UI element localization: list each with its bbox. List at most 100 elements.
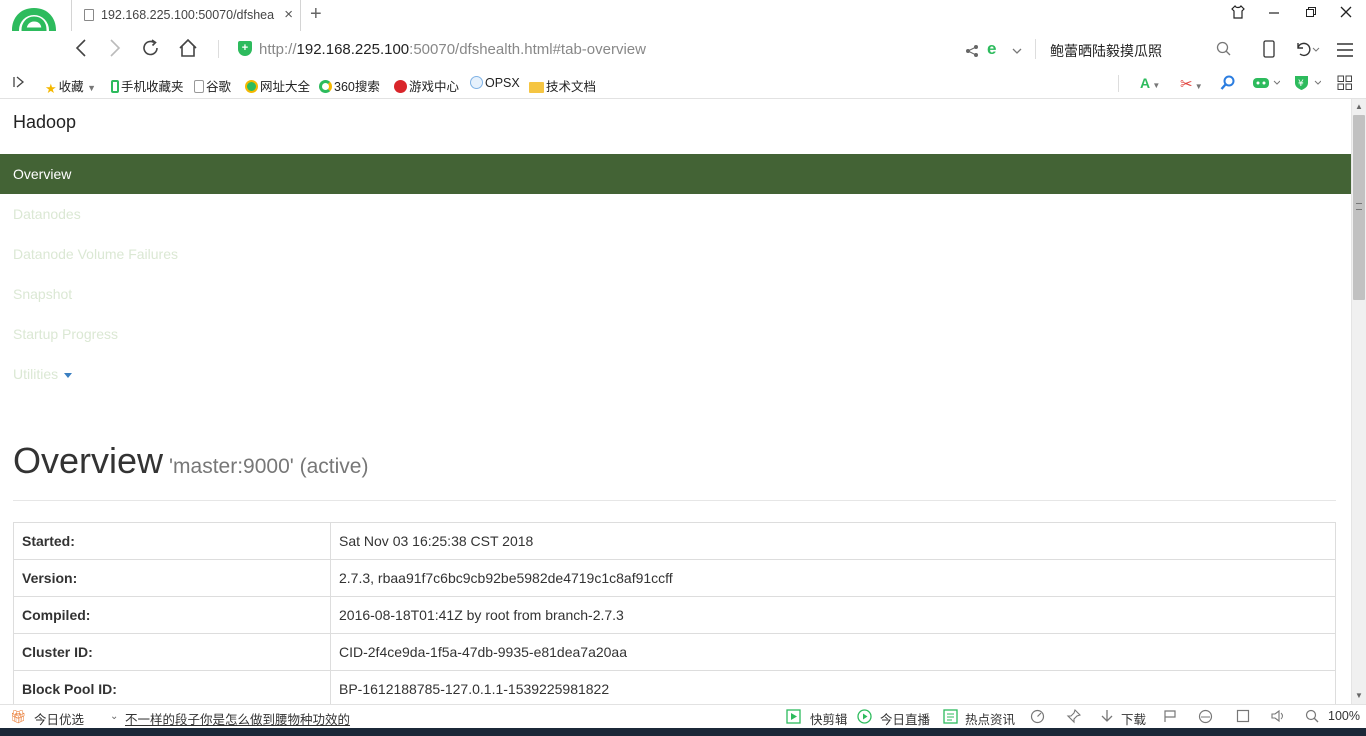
bookmarks-bar: ★ 收藏 ▼ 手机收藏夹 谷歌 网址大全 360搜索 游戏中心 OPSX 技术文档… xyxy=(0,68,1366,99)
refresh-icon[interactable] xyxy=(141,38,161,64)
live-link[interactable]: 今日直播 xyxy=(880,709,930,728)
bookmark-mobile-favorites[interactable]: 手机收藏夹 xyxy=(111,76,184,95)
row-value: BP-1612188785-127.0.1.1-1539225981822 xyxy=(330,670,1336,704)
download-link[interactable]: 下载 xyxy=(1121,709,1146,728)
divider xyxy=(13,500,1336,501)
divider xyxy=(218,40,219,58)
bookmark-label: 谷歌 xyxy=(206,80,232,94)
nav-item-datanodes[interactable]: Datanodes xyxy=(13,206,81,222)
chevron-down-icon[interactable] xyxy=(1011,40,1023,63)
sidebar-toggle-icon[interactable] xyxy=(13,75,25,92)
nav-item-volume-failures[interactable]: Datanode Volume Failures xyxy=(13,246,178,262)
double-chevron-icon: ⌄ xyxy=(110,711,119,722)
magnifier-icon[interactable] xyxy=(1220,75,1236,95)
new-tab-button[interactable]: + xyxy=(310,3,322,26)
translate-icon[interactable]: A ▼ xyxy=(1140,75,1160,91)
vertical-scrollbar[interactable]: ▲ ▼ xyxy=(1351,99,1366,704)
gift-icon[interactable]: 🎁︎ xyxy=(10,709,27,725)
shirt-skin-icon[interactable] xyxy=(1231,4,1245,22)
nav-item-startup-progress[interactable]: Startup Progress xyxy=(13,326,118,342)
menu-icon[interactable] xyxy=(1336,41,1354,64)
bookmark-label: 网址大全 xyxy=(260,80,311,94)
search-icon[interactable] xyxy=(1216,40,1232,63)
svg-text:¥: ¥ xyxy=(1298,79,1304,89)
browser-tab-active[interactable]: 192.168.225.100:50070/dfshea × xyxy=(71,0,301,31)
gamepad-icon[interactable] xyxy=(1252,75,1281,95)
news-icon xyxy=(943,709,958,727)
nav-item-snapshot[interactable]: Snapshot xyxy=(13,286,72,302)
bookmark-favorites[interactable]: ★ 收藏 ▼ xyxy=(45,76,96,97)
zoom-level[interactable]: 100% xyxy=(1328,709,1360,723)
undo-icon[interactable] xyxy=(1294,40,1320,64)
quick-cut-link[interactable]: 快剪辑 xyxy=(810,709,848,728)
game-icon xyxy=(394,80,407,93)
ie-icon[interactable] xyxy=(1198,709,1213,727)
hot-news-link[interactable]: 热点资讯 xyxy=(965,709,1015,728)
hadoop-page: Hadoop Overview Datanodes Datanode Volum… xyxy=(0,99,1351,704)
scroll-thumb[interactable] xyxy=(1353,115,1365,300)
forward-icon[interactable] xyxy=(108,38,122,64)
nav-item-utilities[interactable]: Utilities xyxy=(13,366,73,382)
row-value: Sat Nov 03 16:25:38 CST 2018 xyxy=(330,522,1336,560)
globe-icon xyxy=(245,80,258,93)
today-picks-link[interactable]: 今日优选 xyxy=(34,709,84,728)
restore-window-icon[interactable] xyxy=(1305,5,1317,21)
row-key: Compiled: xyxy=(13,596,331,634)
table-row: Version: 2.7.3, rbaa91f7c6bc9cb92be5982d… xyxy=(13,559,1336,597)
bookmark-opsx[interactable]: OPSX xyxy=(470,76,520,90)
nav-item-overview[interactable]: Overview xyxy=(0,154,1351,194)
share-icon[interactable] xyxy=(965,41,979,64)
star-icon: ★ xyxy=(45,81,57,96)
row-value: CID-2f4ce9da-1f5a-47db-9935-e81dea7a20aa xyxy=(330,633,1336,671)
page-title: Overview'master:9000' (active) xyxy=(13,440,368,482)
phone-icon xyxy=(111,80,119,93)
navbar-brand[interactable]: Hadoop xyxy=(13,112,76,133)
url-scheme: http:// xyxy=(259,41,297,58)
divider xyxy=(1035,39,1036,59)
bookmark-360-search[interactable]: 360搜索 xyxy=(319,76,380,95)
bookmark-url-directory[interactable]: 网址大全 xyxy=(245,76,310,95)
headline-link[interactable]: 不一样的段子你是怎么做到腰物种功效的 xyxy=(125,709,350,728)
shield-yen-icon[interactable]: ¥ xyxy=(1293,75,1322,95)
search-ring-icon xyxy=(319,80,332,93)
back-icon[interactable] xyxy=(74,38,88,64)
mobile-icon[interactable] xyxy=(1262,40,1276,64)
page-subtitle: 'master:9000' (active) xyxy=(169,455,369,478)
divider xyxy=(1118,75,1119,92)
bookmark-google[interactable]: 谷歌 xyxy=(194,76,231,95)
url-path: :50070/dfshealth.html#tab-overview xyxy=(409,41,646,58)
home-icon[interactable] xyxy=(178,38,198,64)
scissors-icon[interactable]: ✂ ▼ xyxy=(1180,75,1203,93)
bookmark-label: 游戏中心 xyxy=(409,80,460,94)
overview-table: Started: Sat Nov 03 16:25:38 CST 2018 Ve… xyxy=(13,522,1336,704)
quick-cut-icon xyxy=(786,709,801,727)
row-key: Version: xyxy=(13,559,331,597)
scroll-down-icon[interactable]: ▼ xyxy=(1355,691,1363,700)
close-tab-icon[interactable]: × xyxy=(284,6,293,23)
flag-icon[interactable] xyxy=(1163,709,1177,726)
live-icon xyxy=(857,709,872,727)
bookmark-game-center[interactable]: 游戏中心 xyxy=(394,76,459,95)
row-value: 2.7.3, rbaa91f7c6bc9cb92be5982de4719c1c8… xyxy=(330,559,1336,597)
search-input[interactable]: 鲍蕾晒陆毅摸瓜照 xyxy=(1050,41,1162,61)
os-taskbar xyxy=(0,728,1366,736)
bookmark-tech-docs[interactable]: 技术文档 xyxy=(529,76,596,95)
speed-icon[interactable] xyxy=(1030,709,1045,727)
zoom-icon[interactable] xyxy=(1305,709,1319,726)
scroll-up-icon[interactable]: ▲ xyxy=(1355,102,1363,111)
security-shield-icon[interactable]: + xyxy=(238,41,252,56)
minimize-window-icon[interactable] xyxy=(1268,5,1280,21)
tab-strip: 192.168.225.100:50070/dfshea × + xyxy=(0,0,1366,57)
close-window-icon[interactable] xyxy=(1340,5,1352,21)
download-icon[interactable] xyxy=(1100,709,1114,727)
url-field[interactable]: http://192.168.225.100:50070/dfshealth.h… xyxy=(259,41,646,58)
browser-engine-icon[interactable]: e xyxy=(987,39,996,59)
grip-icon xyxy=(1356,203,1362,210)
folder-icon xyxy=(529,82,544,93)
window-icon[interactable] xyxy=(1236,709,1250,726)
pin-icon[interactable] xyxy=(1066,708,1082,727)
grid-apps-icon[interactable] xyxy=(1337,75,1353,95)
volume-icon[interactable] xyxy=(1271,709,1287,726)
row-key: Started: xyxy=(13,522,331,560)
url-host: 192.168.225.100 xyxy=(296,41,410,58)
